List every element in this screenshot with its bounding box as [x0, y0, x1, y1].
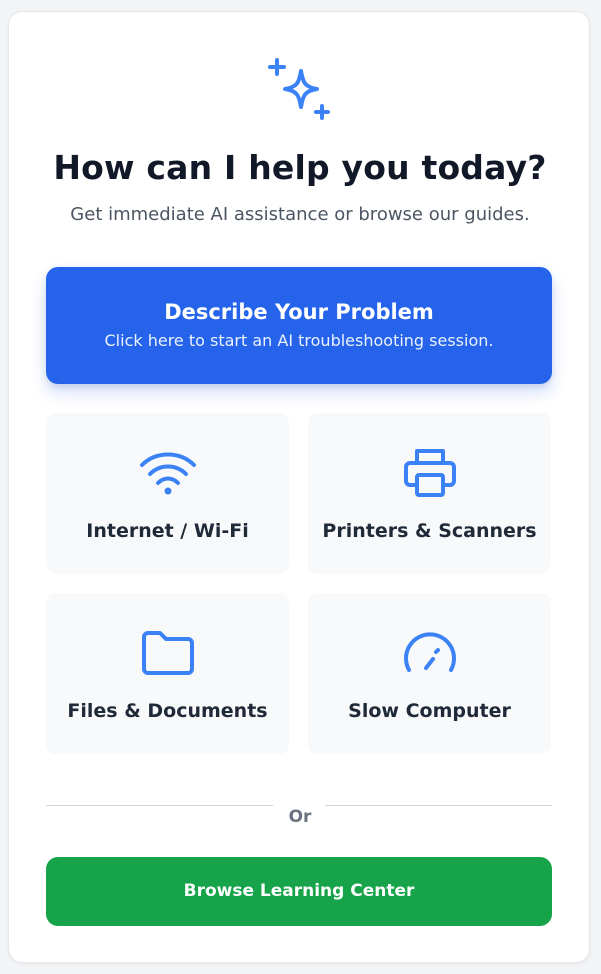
printer-icon — [403, 449, 456, 497]
category-internet-wifi[interactable]: Internet / Wi-Fi — [46, 413, 289, 574]
wifi-icon — [139, 452, 196, 495]
folder-icon — [141, 631, 194, 675]
category-label: Printers & Scanners — [322, 520, 537, 542]
help-card: How can I help you today? Get immediate … — [8, 11, 590, 963]
describe-problem-title: Describe Your Problem — [164, 300, 434, 324]
page-title: How can I help you today? — [53, 148, 547, 187]
divider-line-right — [325, 805, 552, 806]
category-label: Internet / Wi-Fi — [86, 520, 249, 542]
describe-problem-subtitle: Click here to start an AI troubleshootin… — [104, 331, 494, 350]
category-label: Files & Documents — [67, 700, 268, 722]
sparkles-icon — [268, 58, 330, 120]
category-printers-scanners[interactable]: Printers & Scanners — [308, 413, 551, 574]
speedometer-icon — [403, 632, 456, 672]
divider-line-left — [46, 805, 273, 806]
category-label: Slow Computer — [348, 700, 511, 722]
describe-problem-button[interactable]: Describe Your Problem Click here to star… — [46, 267, 552, 384]
browse-learning-center-button[interactable]: Browse Learning Center — [46, 857, 552, 926]
category-slow-computer[interactable]: Slow Computer — [308, 593, 551, 754]
category-files-documents[interactable]: Files & Documents — [46, 593, 289, 754]
divider-label: Or — [288, 807, 312, 827]
page-subtitle: Get immediate AI assistance or browse ou… — [70, 204, 530, 225]
